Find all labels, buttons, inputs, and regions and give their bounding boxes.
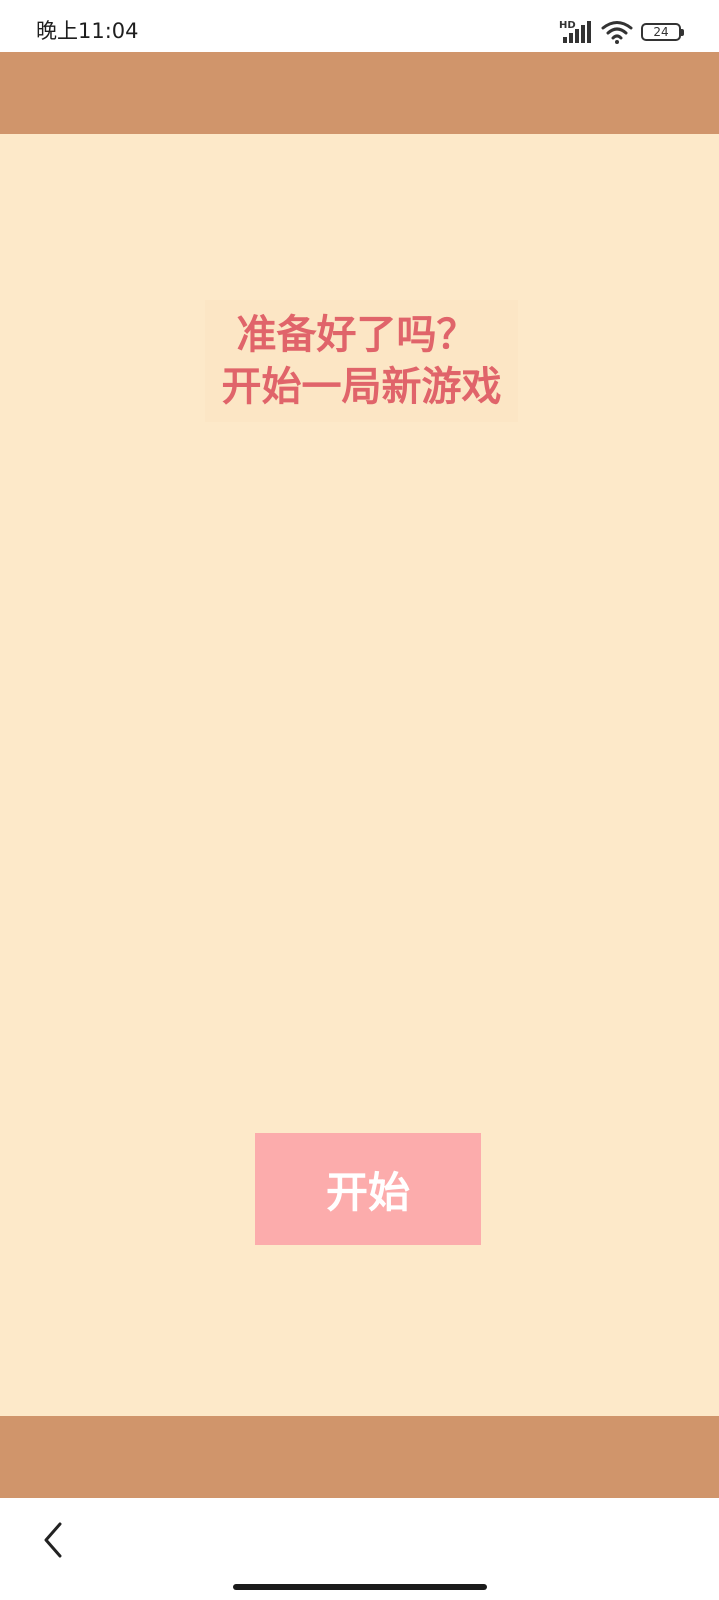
- battery-icon: 24: [641, 23, 684, 41]
- battery-level: 24: [653, 25, 669, 39]
- start-button[interactable]: 开始: [255, 1133, 481, 1245]
- prompt-box: 准备好了吗？ 开始一局新游戏: [205, 300, 518, 422]
- prompt-line-ready: 准备好了吗？: [236, 312, 477, 358]
- status-bar: 晚上11:04 HD 24: [0, 0, 719, 52]
- signal-bar-5: [587, 21, 591, 43]
- prompt-line-new-game: 开始一局新游戏: [221, 364, 502, 410]
- signal-bar-3: [575, 29, 579, 43]
- wifi-icon: [601, 21, 633, 44]
- status-icons: HD 24: [559, 18, 684, 46]
- hd-label: HD: [559, 20, 576, 31]
- status-time: 晚上11:04: [36, 19, 139, 43]
- signal-bar-2: [569, 33, 573, 43]
- signal-bar-4: [581, 25, 585, 43]
- bottom-band: [0, 1416, 719, 1498]
- nav-bar: [0, 1498, 719, 1600]
- signal-bar-1: [563, 37, 567, 43]
- hd-signal-icon: HD: [559, 20, 591, 43]
- back-arrow-icon[interactable]: [38, 1520, 68, 1560]
- top-band: [0, 52, 719, 134]
- home-indicator[interactable]: [233, 1584, 487, 1590]
